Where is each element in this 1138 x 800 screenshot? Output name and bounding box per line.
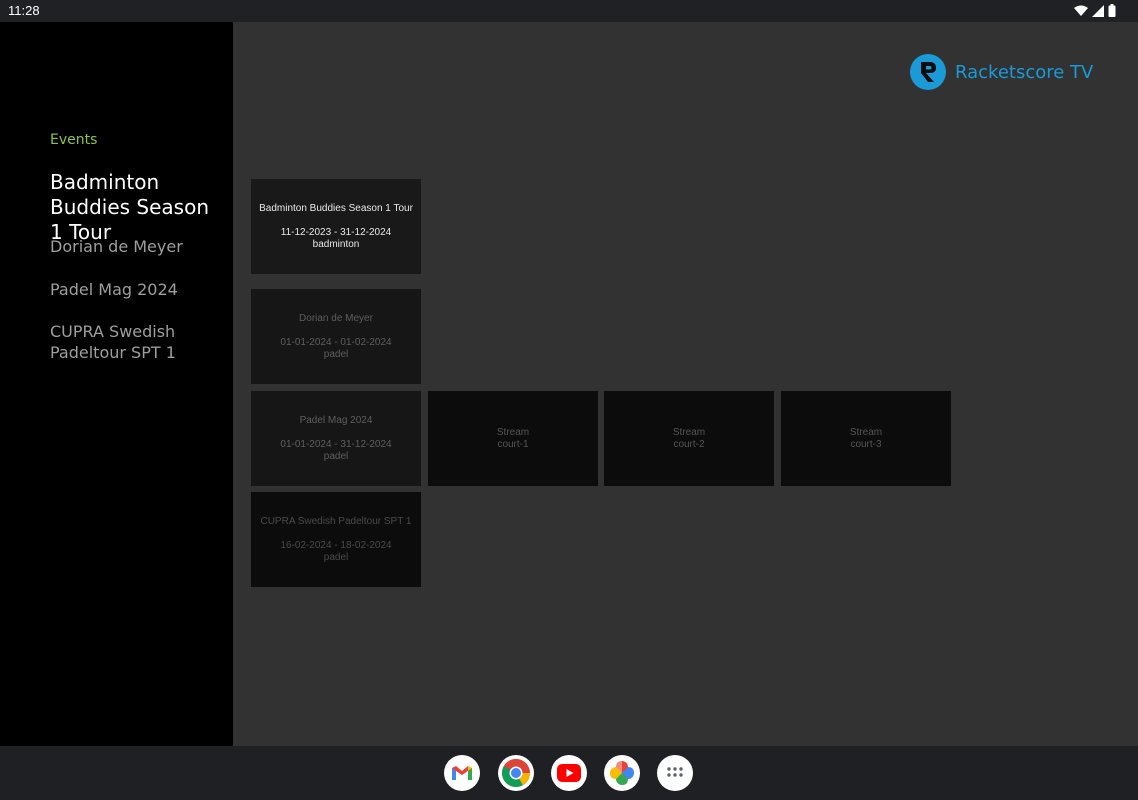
- event-card-padel-mag[interactable]: Padel Mag 2024 01-01-2024 - 31-12-2024 p…: [251, 391, 421, 486]
- event-card-badminton-buddies[interactable]: Badminton Buddies Season 1 Tour 11-12-20…: [251, 179, 421, 274]
- event-title: CUPRA Swedish Padeltour SPT 1: [260, 515, 412, 527]
- status-bar: 11:28: [0, 0, 1138, 22]
- event-dates: 11-12-2023 - 31-12-2024: [280, 226, 392, 238]
- event-sport: padel: [323, 450, 349, 462]
- event-dates: 16-02-2024 - 18-02-2024: [280, 539, 392, 551]
- status-time: 11:28: [8, 3, 40, 18]
- event-title: Dorian de Meyer: [299, 312, 373, 324]
- stream-card-court-2[interactable]: Stream court-2: [604, 391, 774, 486]
- sidebar-item-badminton-buddies[interactable]: Badminton Buddies Season 1 Tour: [50, 170, 225, 245]
- photos-icon[interactable]: [604, 755, 640, 791]
- event-title: Padel Mag 2024: [299, 414, 373, 426]
- event-sport: badminton: [312, 238, 360, 250]
- wifi-icon: [1074, 5, 1088, 16]
- signal-icon: [1092, 4, 1104, 17]
- event-title: Badminton Buddies Season 1 Tour: [259, 202, 413, 214]
- event-sport: padel: [323, 348, 349, 360]
- app-dock: [0, 746, 1138, 800]
- gmail-icon[interactable]: [444, 755, 480, 791]
- event-dates: 01-01-2024 - 31-12-2024: [280, 438, 392, 450]
- brand-name: Racketscore TV: [955, 61, 1094, 83]
- stream-label: Stream: [849, 426, 883, 438]
- stream-court: court-2: [673, 438, 705, 450]
- stream-label: Stream: [672, 426, 706, 438]
- stream-card-court-3[interactable]: Stream court-3: [781, 391, 951, 486]
- stream-court: court-1: [497, 438, 529, 450]
- event-card-cupra-swedish[interactable]: CUPRA Swedish Padeltour SPT 1 16-02-2024…: [251, 492, 421, 587]
- chrome-icon[interactable]: [498, 755, 534, 791]
- events-sidebar: Events Badminton Buddies Season 1 Tour D…: [0, 22, 233, 746]
- racketscore-logo-icon: [910, 54, 946, 90]
- events-section-label: Events: [50, 132, 98, 148]
- brand-header: Racketscore TV: [910, 54, 1093, 90]
- stream-card-court-1[interactable]: Stream court-1: [428, 391, 598, 486]
- event-sport: padel: [323, 551, 349, 563]
- status-icons: [1074, 4, 1116, 17]
- sidebar-item-cupra-swedish[interactable]: CUPRA Swedish Padeltour SPT 1: [50, 321, 225, 363]
- event-card-dorian-de-meyer[interactable]: Dorian de Meyer 01-01-2024 - 01-02-2024 …: [251, 289, 421, 384]
- app-drawer-icon[interactable]: [657, 755, 693, 791]
- youtube-icon[interactable]: [551, 755, 587, 791]
- main-content: Racketscore TV Badminton Buddies Season …: [233, 22, 1138, 746]
- logo-r-glyph: [921, 62, 936, 82]
- event-dates: 01-01-2024 - 01-02-2024: [280, 336, 392, 348]
- stream-label: Stream: [496, 426, 530, 438]
- sidebar-item-dorian-de-meyer[interactable]: Dorian de Meyer: [50, 236, 225, 257]
- battery-icon: [1108, 4, 1116, 17]
- stream-court: court-3: [850, 438, 882, 450]
- sidebar-item-padel-mag[interactable]: Padel Mag 2024: [50, 279, 225, 300]
